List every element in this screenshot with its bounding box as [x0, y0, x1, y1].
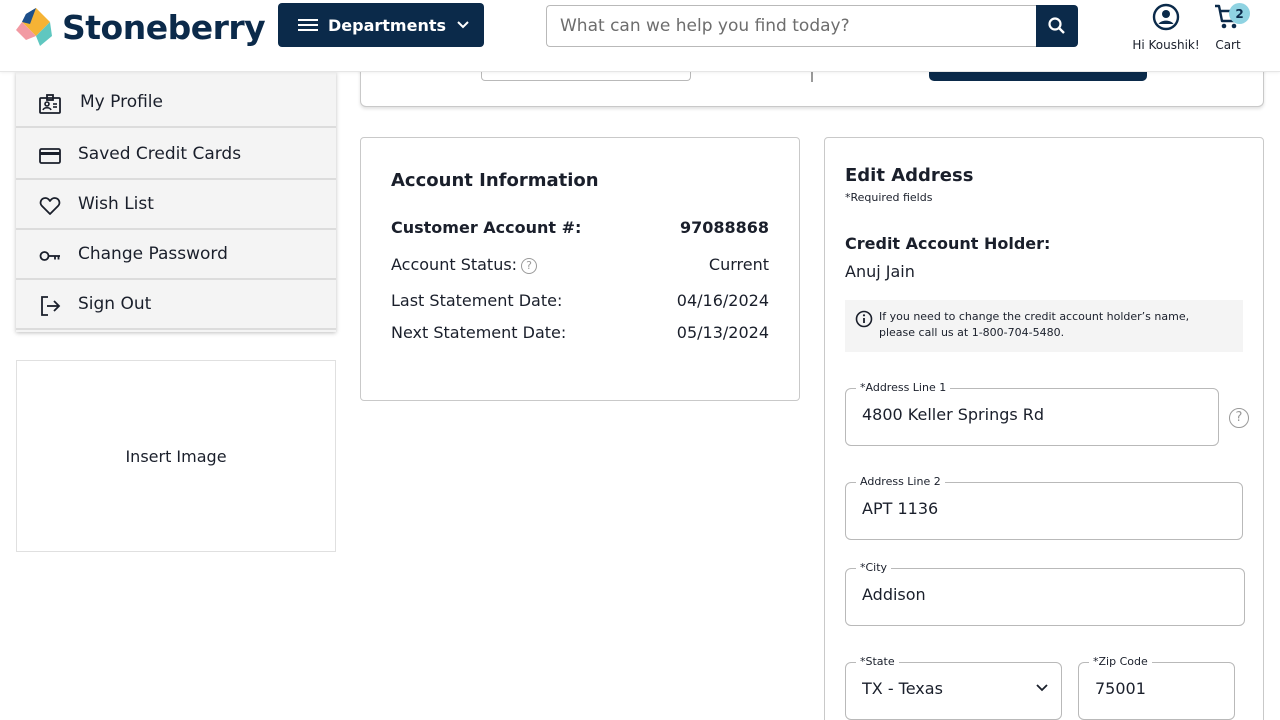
- field-label: *Zip Code: [1089, 655, 1152, 669]
- search-button[interactable]: [1036, 5, 1078, 47]
- heart-icon: [38, 194, 62, 218]
- address-line-2-field: Address Line 2: [845, 475, 1243, 540]
- row-value: 04/16/2024: [676, 291, 769, 310]
- required-fields-note: *Required fields: [845, 191, 933, 204]
- cart-button[interactable]: 2 Cart: [1208, 3, 1250, 52]
- sidebar-item-change-password[interactable]: Change Password: [16, 230, 336, 280]
- key-icon: [38, 244, 62, 268]
- account-information-card: Account Information Customer Account #: …: [360, 137, 800, 401]
- credit-account-holder-label: Credit Account Holder:: [845, 234, 1051, 253]
- address-line-1-input[interactable]: [862, 405, 1160, 424]
- sidebar-item-label: Wish List: [78, 194, 154, 214]
- edit-address-card: Edit Address *Required fields Credit Acc…: [824, 137, 1264, 720]
- notice-text: If you need to change the credit account…: [879, 310, 1190, 339]
- sidebar-item-wish-list[interactable]: Wish List: [16, 180, 336, 230]
- profile-card-icon: [38, 92, 62, 116]
- sidebar-item-my-profile[interactable]: My Profile: [16, 78, 336, 128]
- row-label: Account Status:: [391, 255, 518, 274]
- row-value: 05/13/2024: [676, 323, 769, 342]
- search-input[interactable]: [546, 5, 1036, 47]
- customer-account-row: Customer Account #: 97088868: [391, 218, 769, 237]
- account-status-row: Account Status:? Current: [391, 255, 769, 274]
- sidebar-item-label: Saved Credit Cards: [78, 144, 242, 164]
- search-icon: [1048, 17, 1065, 34]
- help-icon[interactable]: ?: [521, 257, 538, 274]
- row-label: Customer Account #:: [391, 218, 582, 237]
- field-label: *State: [856, 655, 899, 669]
- row-value: 97088868: [679, 218, 769, 237]
- sidebar-item-label: My Profile: [80, 92, 163, 112]
- state-value[interactable]: [862, 679, 1034, 698]
- cart-count-badge: 2: [1229, 3, 1250, 24]
- stoneberry-logo[interactable]: Stoneberry: [16, 6, 266, 48]
- city-field: *City: [845, 561, 1245, 626]
- sidebar-item-saved-credit-cards[interactable]: Saved Credit Cards: [16, 130, 336, 180]
- city-input[interactable]: [862, 585, 1181, 604]
- zip-code-field: *Zip Code: [1078, 655, 1235, 720]
- sidebar-item-label: Change Password: [78, 244, 228, 264]
- departments-label: Departments: [328, 15, 447, 35]
- departments-button[interactable]: Departments: [278, 3, 484, 47]
- account-greeting: Hi Koushik!: [1132, 38, 1200, 52]
- image-placeholder: Insert Image: [16, 360, 336, 552]
- last-statement-row: Last Statement Date: 04/16/2024: [391, 291, 769, 310]
- address-help-icon[interactable]: ?: [1229, 408, 1249, 428]
- row-value: Current: [708, 255, 769, 274]
- cart-label: Cart: [1215, 38, 1241, 52]
- address-line-1-field: *Address Line 1: [845, 381, 1219, 446]
- search-bar: [546, 5, 1078, 47]
- credit-card-icon: [38, 144, 62, 168]
- account-menu[interactable]: Hi Koushik!: [1128, 3, 1204, 52]
- name-change-notice: If you need to change the credit account…: [845, 300, 1243, 352]
- row-label-wrap: Account Status:?: [391, 255, 538, 274]
- site-header: Stoneberry Departments Hi Koushik!: [0, 0, 1280, 72]
- field-label: *City: [856, 561, 892, 575]
- account-information-title: Account Information: [391, 170, 599, 191]
- row-label: Next Statement Date:: [391, 323, 567, 342]
- state-select[interactable]: *State: [845, 655, 1062, 720]
- row-label: Last Statement Date:: [391, 291, 563, 310]
- account-icon: [1152, 3, 1180, 31]
- address-line-2-input[interactable]: [862, 499, 1179, 518]
- info-icon: [855, 310, 873, 328]
- field-label: *Address Line 1: [856, 381, 951, 395]
- field-label: Address Line 2: [856, 475, 945, 489]
- logo-text: Stoneberry: [62, 7, 266, 47]
- image-placeholder-text: Insert Image: [125, 446, 227, 466]
- next-statement-row: Next Statement Date: 05/13/2024: [391, 323, 769, 342]
- logo-mark-icon: [16, 8, 52, 46]
- chevron-down-icon: [457, 21, 469, 29]
- edit-address-title: Edit Address: [845, 165, 974, 186]
- sidebar-item-sign-out[interactable]: Sign Out: [16, 280, 336, 330]
- credit-account-holder-name: Anuj Jain: [845, 262, 915, 281]
- sign-out-icon: [38, 294, 62, 318]
- menu-icon: [298, 19, 318, 31]
- account-sidebar-nav: My Profile Saved Credit Cards Wish List: [16, 72, 336, 332]
- zip-code-input[interactable]: [1095, 679, 1219, 698]
- chevron-down-icon: [1036, 684, 1048, 692]
- sidebar-item-label: Sign Out: [78, 294, 152, 314]
